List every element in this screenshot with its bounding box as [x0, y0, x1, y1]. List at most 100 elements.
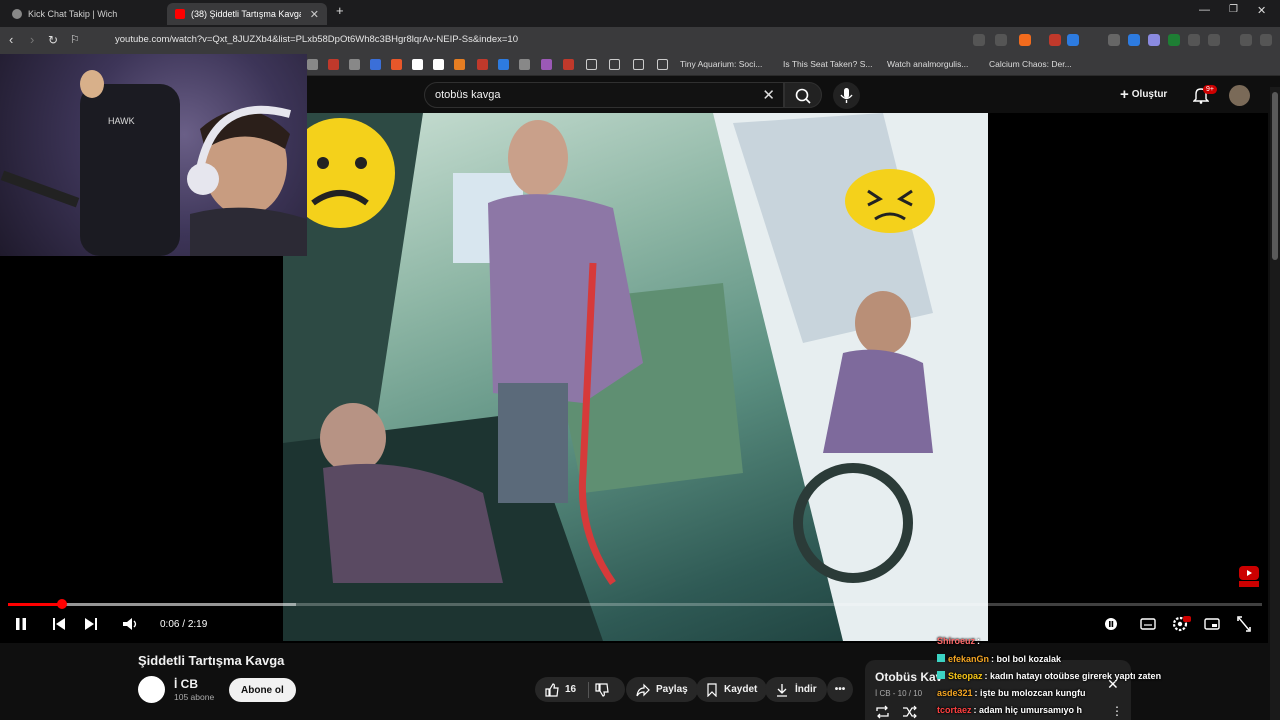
- video-content-image: [283, 113, 988, 641]
- channel-avatar[interactable]: [138, 676, 165, 703]
- reload-icon[interactable]: ↻: [48, 33, 58, 47]
- extension-icon[interactable]: [1168, 34, 1180, 46]
- bookmark-icon[interactable]: [541, 59, 552, 70]
- webcam-overlay: HAWK: [0, 54, 307, 256]
- folder-icon[interactable]: [586, 59, 597, 70]
- share-label: Paylaş: [656, 684, 688, 695]
- extension-icon[interactable]: [1128, 34, 1140, 46]
- current-time: 0:06: [160, 619, 180, 630]
- more-actions-button[interactable]: •••: [827, 677, 853, 702]
- bookmark-save-icon: [707, 682, 717, 697]
- bookmark-icon[interactable]: [498, 59, 509, 70]
- bookmark-icon[interactable]: [307, 59, 318, 70]
- bookmark-icon[interactable]: [370, 59, 381, 70]
- like-count: 16: [565, 684, 577, 695]
- restore-icon[interactable]: ❐: [1229, 4, 1238, 15]
- miniplayer-icon[interactable]: [1203, 615, 1221, 633]
- close-window-icon[interactable]: ✕: [1257, 4, 1266, 17]
- more-horizontal-icon: •••: [834, 684, 846, 695]
- bookmark-icon[interactable]: [519, 59, 530, 70]
- bookmark-icon[interactable]: ⚐: [70, 33, 80, 46]
- playlist-title[interactable]: Otobüs Kav: [875, 670, 942, 684]
- create-label: Oluştur: [1131, 89, 1168, 100]
- back-icon[interactable]: ‹: [9, 32, 13, 47]
- volume-icon[interactable]: [121, 615, 139, 633]
- bookmark-icon[interactable]: [454, 59, 465, 70]
- fullscreen-icon[interactable]: [1236, 615, 1252, 633]
- clear-search-icon[interactable]: ✕: [762, 86, 775, 104]
- search-button[interactable]: [784, 82, 822, 108]
- channel-name[interactable]: İ CB: [174, 677, 198, 691]
- video-frame[interactable]: [283, 113, 988, 641]
- bookmark-icon[interactable]: [328, 59, 339, 70]
- chat-username: asde321: [937, 688, 973, 698]
- create-button[interactable]: + Oluştur: [1120, 86, 1167, 103]
- brave-shield-icon[interactable]: [1019, 34, 1031, 46]
- tab-kick-chat[interactable]: Kick Chat Takip | Wich: [4, 3, 164, 25]
- bookmark-icon[interactable]: [349, 59, 360, 70]
- previous-icon[interactable]: [51, 615, 67, 633]
- bookmark-icon[interactable]: [412, 59, 423, 70]
- save-label: Kaydet: [724, 684, 758, 695]
- chat-message: asde321: işte bu molozcan kungfu: [937, 688, 1086, 698]
- share-icon[interactable]: [995, 34, 1007, 46]
- bookmark-calcium-chaos[interactable]: Calcium Chaos: Der...: [989, 59, 1072, 69]
- progress-scrubber[interactable]: [56, 599, 67, 609]
- screen-icon[interactable]: [973, 34, 985, 46]
- like-button[interactable]: 16: [545, 682, 577, 697]
- folder-icon[interactable]: [633, 59, 644, 70]
- thumbs-down-icon[interactable]: [595, 682, 609, 697]
- like-dislike-group: 16: [535, 677, 625, 702]
- bookmark-tiny-aquarium[interactable]: Tiny Aquarium: Soci...: [680, 59, 762, 69]
- extension-icon[interactable]: [1049, 34, 1061, 46]
- svg-text:HAWK: HAWK: [108, 116, 135, 126]
- extension-icon[interactable]: [1108, 34, 1120, 46]
- chat-message: Steopaz: kadın hatayı otoübse girerek ya…: [937, 671, 1161, 681]
- divider: [588, 681, 590, 698]
- folder-icon[interactable]: [609, 59, 620, 70]
- bookmark-icon[interactable]: [433, 59, 444, 70]
- loop-icon[interactable]: [875, 705, 890, 719]
- subscribe-button[interactable]: Abone ol: [229, 678, 296, 702]
- more-vertical-icon[interactable]: ⋮: [1111, 704, 1123, 718]
- chat-username: tcortaez: [937, 705, 972, 715]
- shuffle-icon[interactable]: [902, 705, 917, 719]
- avatar[interactable]: [1229, 85, 1250, 106]
- new-tab-button[interactable]: +: [336, 3, 344, 18]
- search-input[interactable]: otobüs kavga ✕: [424, 82, 784, 108]
- extension-icon[interactable]: [1148, 34, 1160, 46]
- microphone-icon: [840, 88, 853, 103]
- tab-title: (38) Şiddetli Tartışma Kavga -: [191, 9, 301, 19]
- voice-search-button[interactable]: [833, 82, 860, 109]
- bookmark-icon[interactable]: [563, 59, 574, 70]
- search-query: otobüs kavga: [435, 89, 501, 101]
- extension-icon[interactable]: [1188, 34, 1200, 46]
- browser-tab-bar: Kick Chat Takip | Wich (38) Şiddetli Tar…: [0, 0, 1280, 27]
- globe-icon: [12, 9, 22, 19]
- bookmark-watch[interactable]: Watch analmorgulis...: [887, 59, 968, 69]
- minimize-icon[interactable]: —: [1199, 4, 1210, 16]
- download-button[interactable]: İndir: [765, 677, 827, 702]
- extension-icon[interactable]: [1067, 34, 1079, 46]
- scrollbar-thumb[interactable]: [1272, 92, 1278, 260]
- autoplay-toggle-icon[interactable]: [1103, 615, 1119, 633]
- chat-text: :: [977, 636, 981, 646]
- notification-badge: 9+: [1203, 85, 1217, 94]
- menu-icon[interactable]: [1260, 34, 1272, 46]
- sidebar-icon[interactable]: [1208, 34, 1220, 46]
- playlist-icon[interactable]: [1240, 34, 1252, 46]
- subtitles-icon[interactable]: [1139, 615, 1157, 633]
- share-button[interactable]: Paylaş: [626, 677, 698, 702]
- next-icon[interactable]: [83, 615, 99, 633]
- bookmark-icon[interactable]: [477, 59, 488, 70]
- tab-youtube-video[interactable]: (38) Şiddetli Tartışma Kavga - ✕: [167, 3, 327, 25]
- save-button[interactable]: Kaydet: [696, 677, 768, 702]
- forward-icon[interactable]: ›: [30, 32, 34, 47]
- subscribe-watermark-icon[interactable]: [1237, 564, 1261, 588]
- close-tab-icon[interactable]: ✕: [310, 8, 319, 21]
- reddit-bookmark-icon[interactable]: [391, 59, 402, 70]
- bookmark-seat-taken[interactable]: Is This Seat Taken? S...: [783, 59, 872, 69]
- pause-icon[interactable]: [14, 615, 28, 633]
- folder-icon[interactable]: [657, 59, 668, 70]
- url-field[interactable]: youtube.com/watch?v=Qxt_8JUZXb4&list=PLx…: [115, 34, 518, 45]
